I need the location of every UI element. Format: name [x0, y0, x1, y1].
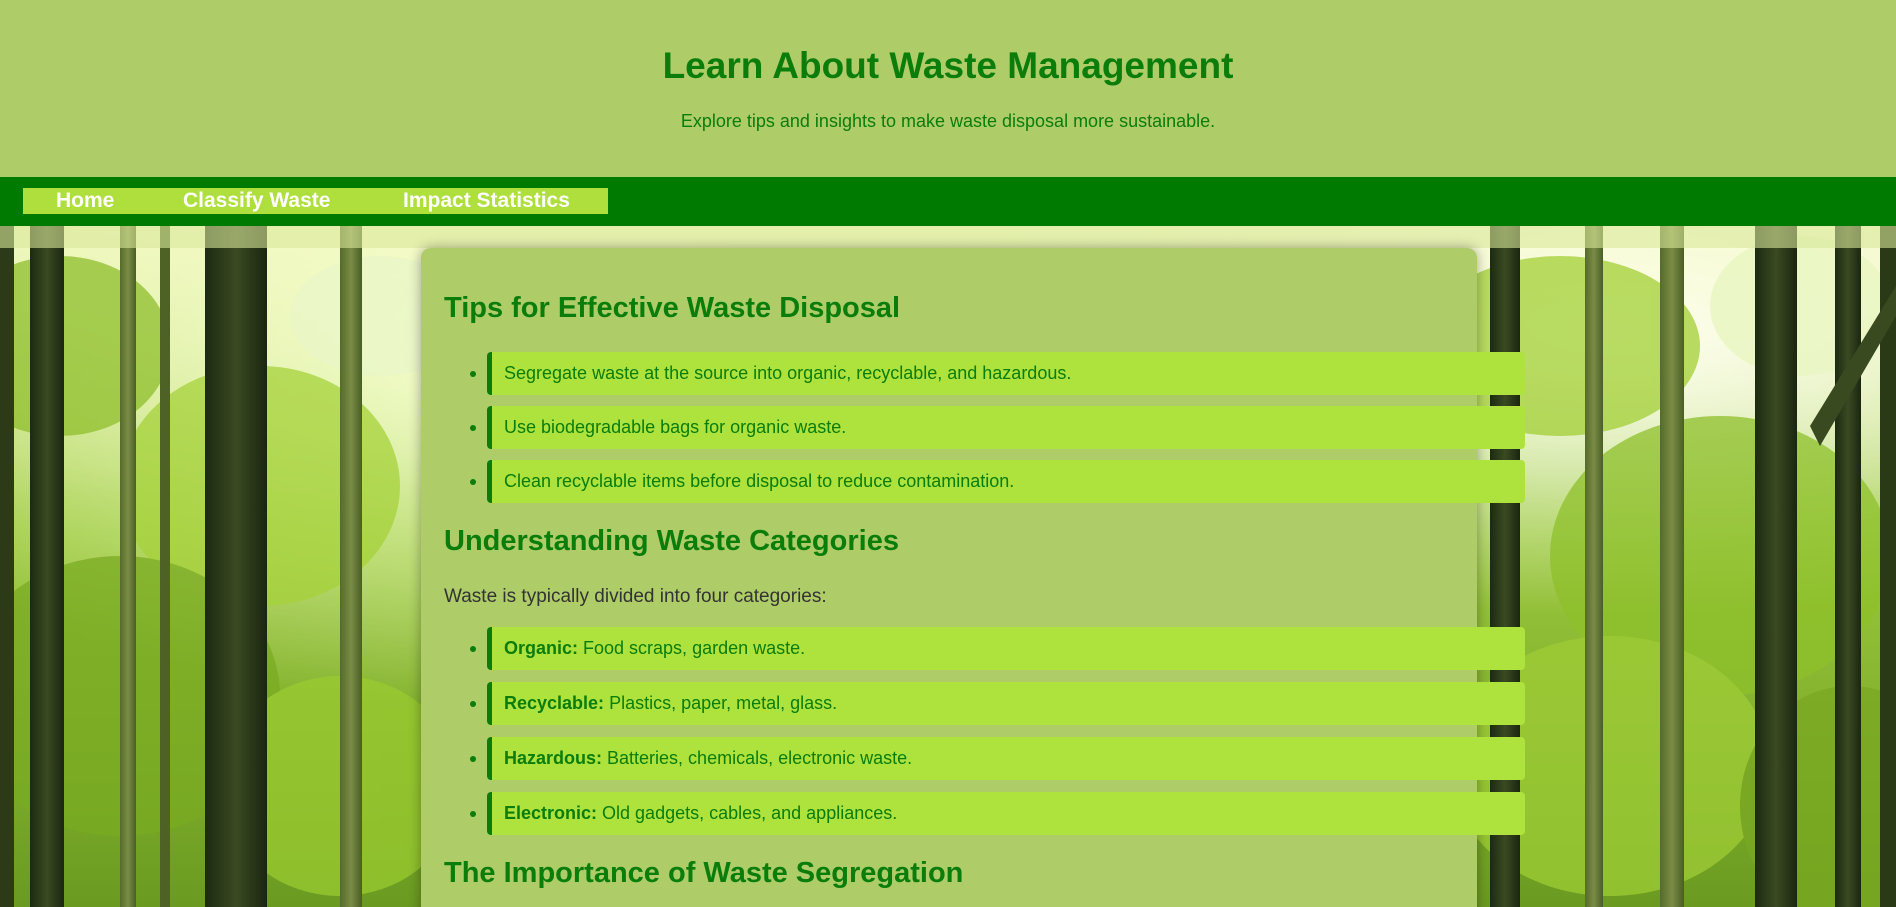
- navigation-bar: Home Classify Waste Impact Statistics: [0, 177, 1896, 226]
- categories-heading: Understanding Waste Categories: [444, 525, 899, 557]
- bullet-icon: [470, 479, 476, 485]
- category-item-organic: Organic: Food scraps, garden waste.: [470, 627, 1525, 670]
- content-card: Tips for Effective Waste Disposal Segreg…: [421, 248, 1525, 907]
- category-description: Batteries, chemicals, electronic waste.: [602, 748, 913, 768]
- bullet-icon: [470, 756, 476, 762]
- category-term: Hazardous:: [504, 748, 603, 768]
- category-item-electronic: Electronic: Old gadgets, cables, and app…: [470, 792, 1525, 835]
- nav-home-link[interactable]: Home: [56, 188, 114, 214]
- tip-text: Use biodegradable bags for organic waste…: [504, 417, 847, 437]
- nav-classify-waste-link[interactable]: Classify Waste: [183, 188, 330, 214]
- category-description: Plastics, paper, metal, glass.: [604, 693, 838, 713]
- tip-text: Clean recyclable items before disposal t…: [504, 471, 1015, 491]
- page-header: Learn About Waste Management Explore tip…: [0, 0, 1896, 177]
- tips-heading: Tips for Effective Waste Disposal: [444, 292, 901, 324]
- bullet-icon: [470, 646, 476, 652]
- tip-item: Use biodegradable bags for organic waste…: [470, 406, 1525, 449]
- bullet-icon: [470, 425, 476, 431]
- category-term: Electronic:: [504, 803, 598, 823]
- bullet-icon: [470, 701, 476, 707]
- category-description: Food scraps, garden waste.: [578, 638, 806, 658]
- segregation-heading: The Importance of Waste Segregation: [444, 857, 964, 889]
- bullet-icon: [470, 811, 476, 817]
- category-item-recyclable: Recyclable: Plastics, paper, metal, glas…: [470, 682, 1525, 725]
- tip-text: Segregate waste at the source into organ…: [504, 363, 1072, 383]
- page-subtitle: Explore tips and insights to make waste …: [680, 111, 1216, 131]
- bullet-icon: [470, 371, 476, 377]
- tip-item: Segregate waste at the source into organ…: [470, 352, 1525, 395]
- category-item-hazardous: Hazardous: Batteries, chemicals, electro…: [470, 737, 1525, 780]
- nav-menu: Home Classify Waste Impact Statistics: [23, 188, 608, 214]
- category-term: Organic:: [504, 638, 579, 658]
- page-title: Learn About Waste Management: [662, 45, 1234, 86]
- categories-intro: Waste is typically divided into four cat…: [444, 586, 827, 607]
- nav-impact-statistics-link[interactable]: Impact Statistics: [403, 188, 570, 214]
- category-term: Recyclable:: [504, 693, 605, 713]
- tip-item: Clean recyclable items before disposal t…: [470, 460, 1525, 503]
- category-description: Old gadgets, cables, and appliances.: [597, 803, 898, 823]
